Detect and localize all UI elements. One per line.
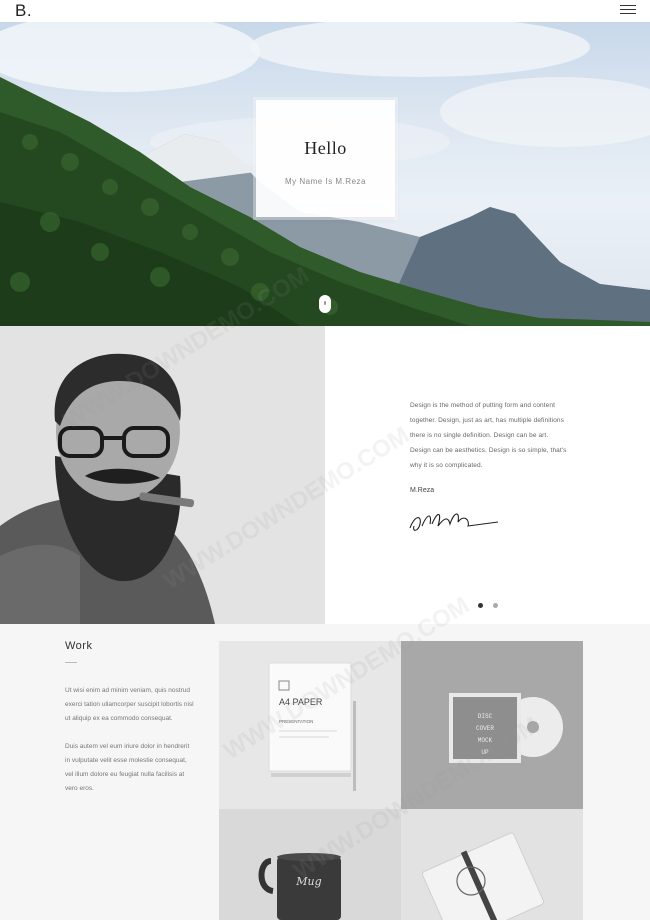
tile-a4-caption: PRESENTATION	[279, 719, 313, 724]
tile-a4-title: A4 PAPER	[279, 697, 323, 707]
quote-text: Design is the method of putting form and…	[410, 402, 567, 469]
work-title: Work	[65, 640, 93, 652]
slider-dot-1[interactable]	[478, 603, 483, 608]
svg-text:DISC: DISC	[478, 713, 493, 720]
svg-text:MOCK: MOCK	[478, 737, 493, 744]
signature-image	[409, 513, 499, 531]
hero-subtitle: My Name Is M.Reza	[285, 177, 366, 186]
top-bar: B.	[0, 0, 650, 22]
hero-section: Hello My Name Is M.Reza	[0, 22, 650, 326]
quote-author: M.Reza	[410, 487, 435, 494]
hamburger-icon[interactable]	[620, 5, 636, 17]
svg-text:COVER: COVER	[476, 725, 494, 732]
svg-text:Mug: Mug	[295, 875, 321, 888]
svg-text:UP: UP	[481, 749, 489, 756]
site-logo[interactable]: B.	[15, 1, 32, 21]
slider-dot-2[interactable]	[493, 603, 499, 608]
hero-card: Hello My Name Is M.Reza	[256, 100, 395, 217]
work-paragraph-1: Ut wisi enim ad minim veniam, quis nostr…	[65, 687, 194, 722]
scroll-down-icon[interactable]	[319, 295, 331, 313]
work-paragraph-2: Duis autem vel eum iriure dolor in hendr…	[65, 743, 190, 792]
hero-title: Hello	[304, 138, 347, 158]
portfolio-tile-notebook[interactable]	[401, 809, 583, 920]
slider-dots	[478, 595, 504, 613]
portfolio-tile-a4-paper[interactable]: A4 PAPER PRESENTATION	[219, 641, 401, 809]
quote-block: Design is the method of putting form and…	[410, 398, 570, 494]
portfolio-tile-mug[interactable]: Mug	[219, 809, 401, 920]
portrait-image	[0, 326, 325, 624]
work-section: Work Ut wisi enim ad minim veniam, quis …	[0, 624, 650, 920]
about-section: Design is the method of putting form and…	[0, 326, 650, 624]
work-description: Ut wisi enim ad minim veniam, quis nostr…	[65, 684, 195, 796]
scroll-indicator	[324, 301, 326, 305]
work-divider	[65, 662, 77, 663]
portfolio-tile-disc-cover[interactable]: DISC COVER MOCK UP	[401, 641, 583, 809]
